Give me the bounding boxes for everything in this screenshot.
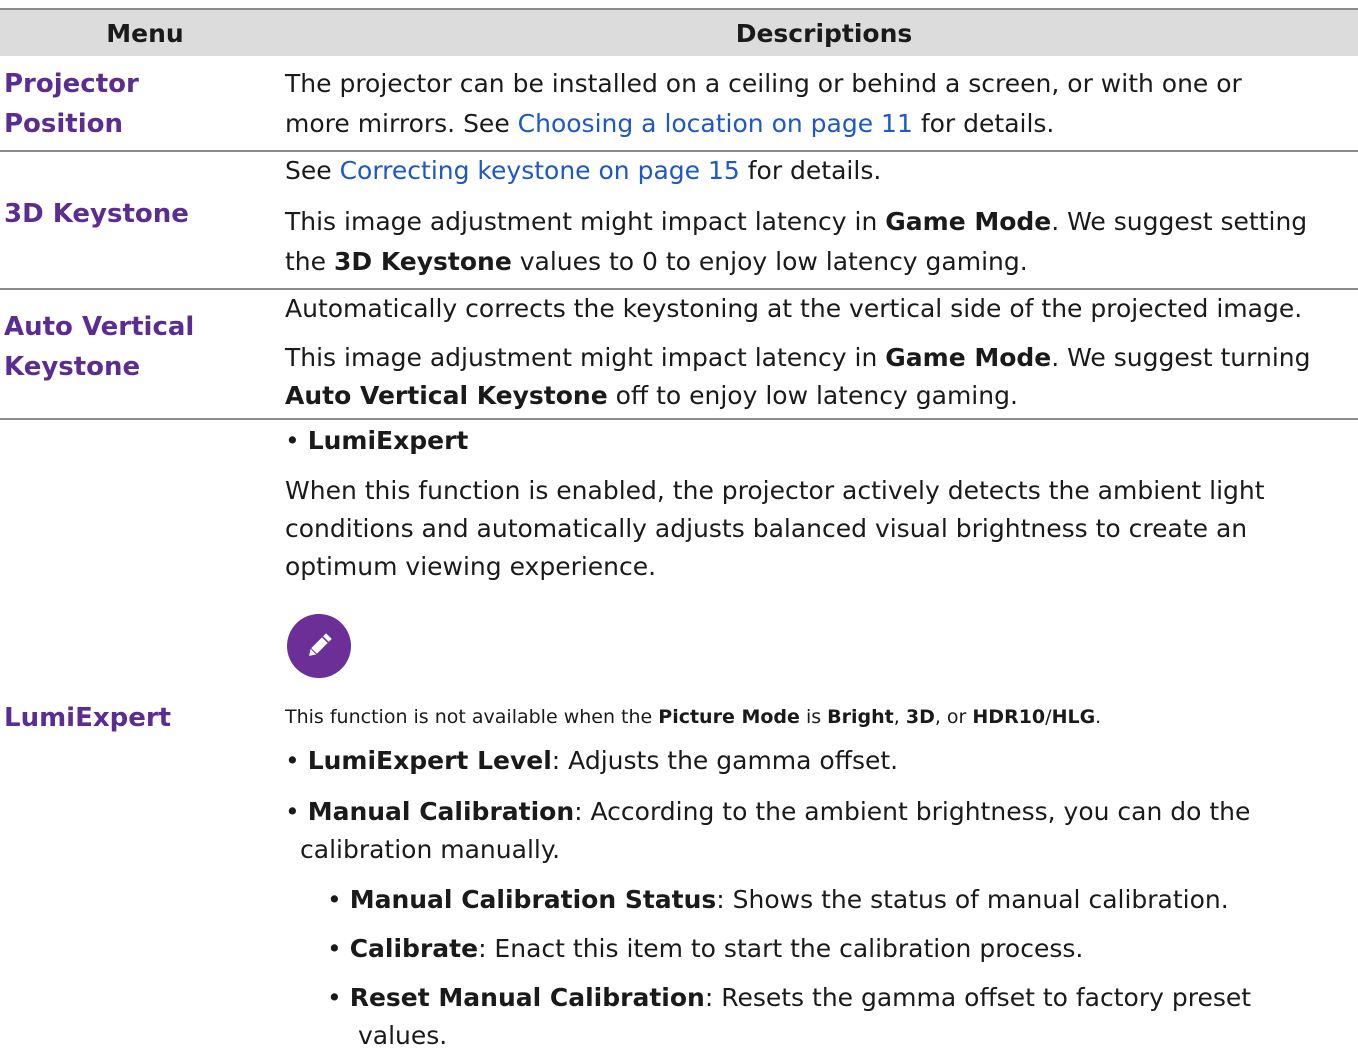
pencil-note-icon <box>287 614 351 678</box>
menu-auto-vertical-keystone: Auto Vertical Keystone <box>4 312 195 382</box>
reset-manual-calibration-item: • Reset Manual Calibration: Resets the g… <box>327 983 1252 1012</box>
reset-manual-calibration-item-cont: values. <box>358 1021 448 1050</box>
auto-vertical-latency-line1: This image adjustment might impact laten… <box>285 343 1311 372</box>
keystone-3d-see-link: See Correcting keystone on page 15 for d… <box>285 156 882 185</box>
lumiexpert-level-item: • LumiExpert Level: Adjusts the gamma of… <box>285 746 899 775</box>
link-correcting-keystone[interactable]: Correcting keystone on page 15 <box>340 156 740 185</box>
lumiexpert-intro-line1: When this function is enabled, the proje… <box>285 476 1265 505</box>
projector-position-desc-line2: more mirrors. See Choosing a location on… <box>285 109 1055 138</box>
lumiexpert-intro-line3: optimum viewing experience. <box>285 552 657 581</box>
auto-vertical-desc: Automatically corrects the keystoning at… <box>285 294 1303 323</box>
manual-calibration-item: • Manual Calibration: According to the a… <box>285 797 1251 826</box>
column-header-descriptions: Descriptions <box>735 19 913 48</box>
table-header: Menu Descriptions <box>0 8 1358 56</box>
link-choosing-location[interactable]: Choosing a location on page 11 <box>518 109 913 138</box>
manual-calibration-status-item: • Manual Calibration Status: Shows the s… <box>327 885 1229 914</box>
lumiexpert-intro-line2: conditions and automatically adjusts bal… <box>285 514 1248 543</box>
menu-projector-position: Projector Position <box>4 69 139 139</box>
lumiexpert-bullet-title: • LumiExpert <box>285 426 469 455</box>
pencil-icon <box>309 633 332 656</box>
column-header-menu: Menu <box>106 19 184 48</box>
row-divider <box>0 418 1358 420</box>
manual-calibration-item-cont: calibration manually. <box>300 835 561 864</box>
calibrate-item: • Calibrate: Enact this item to start th… <box>327 934 1084 963</box>
page: Menu Descriptions Projector Position The… <box>0 0 1358 1050</box>
auto-vertical-latency-line2: Auto Vertical Keystone off to enjoy low … <box>285 381 1018 410</box>
menu-3d-keystone: 3D Keystone <box>4 199 189 229</box>
projector-position-desc-line1: The projector can be installed on a ceil… <box>285 69 1242 98</box>
note-text: This function is not available when the … <box>285 706 1102 728</box>
menu-lumiexpert: LumiExpert <box>4 703 172 733</box>
keystone-3d-latency-line1: This image adjustment might impact laten… <box>285 207 1308 236</box>
keystone-3d-latency-line2: the 3D Keystone values to 0 to enjoy low… <box>285 247 1028 276</box>
